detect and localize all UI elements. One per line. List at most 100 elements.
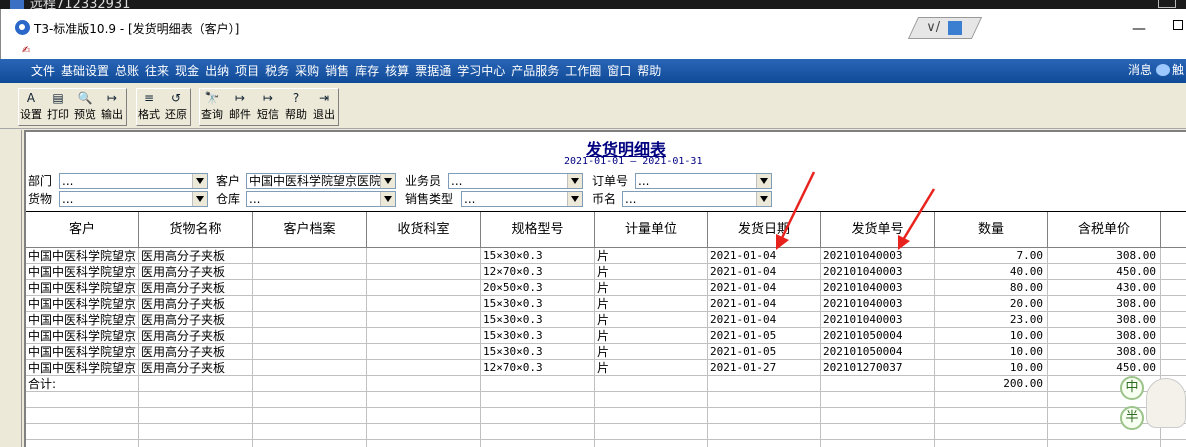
cell-customer <box>26 392 139 408</box>
menu-general-ledger[interactable]: 总账 <box>112 59 142 83</box>
cell-unit: 片 <box>595 296 708 312</box>
brand-logo: ∨/ <box>907 17 983 39</box>
menu-window[interactable]: 窗口 <box>604 59 634 83</box>
cell-dept <box>367 408 481 424</box>
cell-date: 2021-01-04 <box>708 248 821 264</box>
order-no-select[interactable]: ... <box>635 173 772 189</box>
cell-dept <box>367 424 481 440</box>
menu-cashier[interactable]: 出纳 <box>202 59 232 83</box>
chevron-down-icon[interactable] <box>567 192 582 206</box>
menu-sales[interactable]: 销售 <box>322 59 352 83</box>
help-button[interactable]: ? 帮助 <box>284 89 308 125</box>
news-more[interactable]: 触 <box>1172 59 1184 81</box>
chevron-down-icon[interactable] <box>756 192 771 206</box>
chevron-down-icon[interactable] <box>567 174 582 188</box>
menu-accounting[interactable]: 核算 <box>382 59 412 83</box>
warehouse-select[interactable]: ... <box>246 191 396 207</box>
table-row[interactable]: 中国中医科学院望京 医用高分子夹板 15×30×0.3 片 2021-01-05 2021… <box>26 344 1186 360</box>
menu-product-service[interactable]: 产品服务 <box>508 59 562 83</box>
chevron-down-icon[interactable] <box>756 174 771 188</box>
format-icon: ≡ <box>143 91 155 105</box>
restore-format-button[interactable]: ↺ 还原 <box>164 89 188 125</box>
table-row[interactable] <box>26 440 1186 447</box>
col-delivery-no[interactable]: 发货单号 <box>821 212 935 248</box>
table-row[interactable]: 中国中医科学院望京 医用高分子夹板 12×70×0.3 片 2021-01-04 2021… <box>26 264 1186 280</box>
menu-help[interactable]: 帮助 <box>634 59 664 83</box>
message-icon[interactable] <box>1156 64 1170 76</box>
cell-unit <box>595 424 708 440</box>
col-unit[interactable]: 计量单位 <box>595 212 708 248</box>
email-button[interactable]: ↦ 邮件 <box>228 89 252 125</box>
cell-profile <box>253 248 367 264</box>
format-button[interactable]: ≡ 格式 <box>137 89 161 125</box>
menu-cash[interactable]: 现金 <box>172 59 202 83</box>
cell-date: 2021-01-04 <box>708 264 821 280</box>
cell-goods <box>139 424 253 440</box>
col-receiving-dept[interactable]: 收货科室 <box>367 212 481 248</box>
menu-accounts[interactable]: 往来 <box>142 59 172 83</box>
menu-work-circle[interactable]: 工作圈 <box>562 59 604 83</box>
setup-button[interactable]: A 设置 <box>19 89 43 125</box>
cell-goods: 医用高分子夹板 <box>139 328 253 344</box>
menu-purchase[interactable]: 采购 <box>292 59 322 83</box>
table-row[interactable]: 合计: 200.00 <box>26 376 1186 392</box>
customer-select[interactable]: 中国中医科学院望京医院 <box>246 173 396 189</box>
remote-window-button[interactable] <box>1158 0 1176 8</box>
minimize-button[interactable]: — <box>1132 21 1146 37</box>
menu-tax[interactable]: 税务 <box>262 59 292 83</box>
chevron-down-icon[interactable] <box>380 192 395 206</box>
query-button[interactable]: 🔭 查询 <box>200 89 224 125</box>
cell-spec <box>481 424 595 440</box>
cell-no: 202101050004 <box>821 328 935 344</box>
table-row[interactable]: 中国中医科学院望京 医用高分子夹板 12×70×0.3 片 2021-01-27 2021… <box>26 360 1186 376</box>
chevron-down-icon[interactable] <box>192 192 207 206</box>
menu-learning-center[interactable]: 学习中心 <box>454 59 508 83</box>
qr-code-icon[interactable] <box>948 21 962 35</box>
col-spec[interactable]: 规格型号 <box>481 212 595 248</box>
table-row[interactable]: 中国中医科学院望京 医用高分子夹板 20×50×0.3 片 2021-01-04 2021… <box>26 280 1186 296</box>
cell-dept <box>367 392 481 408</box>
news-label[interactable]: 消息 <box>1128 59 1152 81</box>
table-row[interactable] <box>26 392 1186 408</box>
table-row[interactable]: 中国中医科学院望京 医用高分子夹板 15×30×0.3 片 2021-01-05 2021… <box>26 328 1186 344</box>
col-profile[interactable]: 客户档案 <box>253 212 367 248</box>
goods-select[interactable]: ... <box>59 191 208 207</box>
menu-bills[interactable]: 票据通 <box>412 59 454 83</box>
col-customer[interactable]: 客户 <box>26 212 139 248</box>
chevron-down-icon[interactable] <box>192 174 207 188</box>
cell-unit <box>595 408 708 424</box>
menu-project[interactable]: 项目 <box>232 59 262 83</box>
cell-goods <box>139 440 253 447</box>
currency-select[interactable]: ... <box>622 191 772 207</box>
menu-basic-settings[interactable]: 基础设置 <box>58 59 112 83</box>
table-row[interactable] <box>26 424 1186 440</box>
system-menu-icon[interactable]: ✍ <box>22 45 30 56</box>
col-date[interactable]: 发货日期 <box>708 212 821 248</box>
restore-button[interactable] <box>1173 20 1183 30</box>
dept-select[interactable]: ... <box>59 173 208 189</box>
col-price[interactable]: 含税单价 <box>1048 212 1161 248</box>
cell-unit: 片 <box>595 264 708 280</box>
menu-file[interactable]: 文件 <box>28 59 58 83</box>
table-row[interactable]: 中国中医科学院望京 医用高分子夹板 15×30×0.3 片 2021-01-04 2021… <box>26 296 1186 312</box>
sales-type-select[interactable]: ... <box>461 191 583 207</box>
exit-button[interactable]: ⇥ 退出 <box>312 89 336 125</box>
chevron-down-icon[interactable] <box>380 174 395 188</box>
print-button[interactable]: ▤ 打印 <box>46 89 70 125</box>
table-row[interactable]: 中国中医科学院望京 医用高分子夹板 15×30×0.3 片 2021-01-04 2021… <box>26 312 1186 328</box>
table-row[interactable]: 中国中医科学院望京 医用高分子夹板 15×30×0.3 片 2021-01-04 2021… <box>26 248 1186 264</box>
sms-button[interactable]: ↦ 短信 <box>256 89 280 125</box>
export-button[interactable]: ↦ 输出 <box>100 89 124 125</box>
cell-spec <box>481 392 595 408</box>
col-qty[interactable]: 数量 <box>935 212 1048 248</box>
col-goods[interactable]: 货物名称 <box>139 212 253 248</box>
cell-profile <box>253 264 367 280</box>
cell-qty: 10.00 <box>935 360 1048 376</box>
salesman-select[interactable]: ... <box>448 173 583 189</box>
menu-inventory[interactable]: 库存 <box>352 59 382 83</box>
table-row[interactable] <box>26 408 1186 424</box>
preview-button[interactable]: 🔍 预览 <box>73 89 97 125</box>
cell-no: 202101040003 <box>821 312 935 328</box>
cell-customer: 中国中医科学院望京 <box>26 296 139 312</box>
cell-no: 202101040003 <box>821 248 935 264</box>
